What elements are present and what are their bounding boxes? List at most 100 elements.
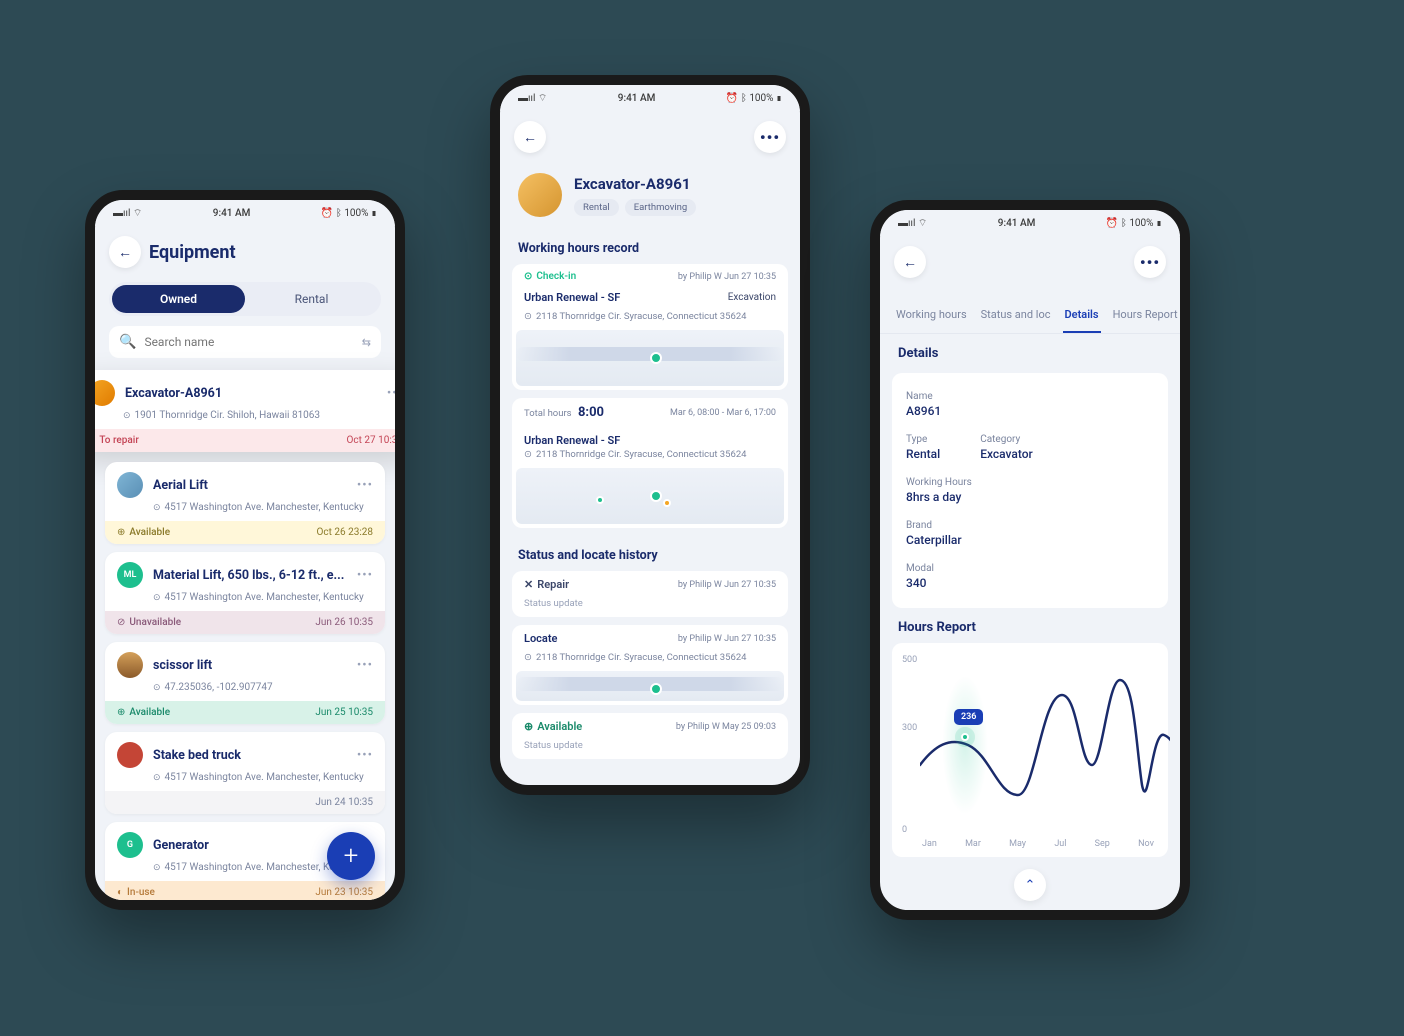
equipment-avatar [89,380,115,406]
task-name: Excavation [728,292,776,303]
available-icon: ⊕ [117,527,125,538]
more-icon[interactable]: ••• [357,568,373,583]
equipment-name: Aerial Lift [153,478,347,493]
equipment-address: 4517 Washington Ave. Manchester, Kentuck… [165,772,364,783]
equipment-name: Generator [153,838,347,853]
line-chart-svg [920,665,1170,835]
status-time: 9:41 AM [998,218,1036,229]
map-preview[interactable] [516,330,784,386]
equipment-name: Excavator-A8961 [125,386,377,401]
equipment-card[interactable]: Aerial Lift ••• ⊙4517 Washington Ave. Ma… [105,462,385,544]
map-preview[interactable] [516,671,784,701]
equipment-card[interactable]: Excavator-A8961 ••• ⊙ 1901 Thornridge Ci… [85,370,405,452]
status-bar: ▬ııl ⌔ 9:41 AM ⏰ ᛒ 100% ▮ [500,85,800,111]
equipment-card[interactable]: ML Material Lift, 650 lbs., 6-12 ft., e.… [105,552,385,634]
more-button[interactable]: ••• [1134,246,1166,278]
search-row: 🔍 ⇆ [109,326,381,358]
field-value: Excavator [980,447,1033,461]
equipment-address: 1901 Thornridge Cir. Shiloh, Hawaii 8106… [135,410,321,421]
map-preview[interactable] [516,468,784,524]
more-button[interactable]: ••• [754,121,786,153]
equipment-avatar: G [117,832,143,858]
details-card: Name A8961 Type Rental Category Excavato… [892,373,1168,608]
status-text: Unavailable [129,617,181,628]
swap-icon[interactable]: ⇆ [362,336,371,349]
x-tick: Jul [1054,839,1066,849]
chart-data-point[interactable] [961,733,969,741]
status-bar: ▬ııl ⌔ 9:41 AM ⏰ ᛒ 100% ▮ [95,200,395,226]
add-button[interactable]: + [327,832,375,880]
time-range: Mar 6, 08:00 - Mar 6, 17:00 [670,408,776,418]
x-tick: May [1009,839,1026,849]
signal-icon: ▬ııl ⌔ [898,217,927,230]
status-time: Oct 27 10:35 [347,435,404,446]
signal-icon: ▬ııl ⌔ [518,92,547,105]
locate-card[interactable]: Locate by Philip W Jun 27 10:35 ⊙2118 Th… [512,625,788,705]
tab-status-loc[interactable]: Status and loc [979,302,1053,333]
battery-icon: ⏰ ᛒ 100% ▮ [321,208,377,219]
locate-address: 2118 Thornridge Cir. Syracuse, Connectic… [536,652,747,663]
hours-card[interactable]: Total hours 8:00 Mar 6, 08:00 - Mar 6, 1… [512,398,788,528]
tab-details[interactable]: Details [1063,302,1101,333]
tab-hours-report[interactable]: Hours Report [1111,302,1180,333]
field-label: Category [980,434,1033,445]
status-time: 9:41 AM [618,93,656,104]
equipment-name: Material Lift, 650 lbs., 6-12 ft., e... [153,568,347,583]
equipment-name: scissor lift [153,658,347,673]
status-time: 9:41 AM [213,208,251,219]
pin-icon: ⊙ [524,652,532,663]
status-text: Available [129,707,170,718]
equipment-card[interactable]: scissor lift ••• ⊙47.235036, -102.907747… [105,642,385,724]
address: 2118 Thornridge Cir. Syracuse, Connectic… [536,449,747,460]
segment-control: Owned Rental [109,282,381,316]
equipment-avatar [117,652,143,678]
more-icon[interactable]: ••• [357,478,373,493]
status-note: Status update [512,740,788,759]
locate-meta: by Philip W Jun 27 10:35 [678,634,776,644]
total-hours-value: 8:00 [578,405,604,420]
tab-working-hours[interactable]: Working hours [894,302,969,333]
pin-icon: ⊙ [153,863,161,873]
equipment-detail-screen: ▬ııl ⌔ 9:41 AM ⏰ ᛒ 100% ▮ ← ••• Excavato… [490,75,810,795]
x-tick: Nov [1138,839,1154,849]
available-meta: by Philip W May 25 09:03 [676,722,776,732]
field-value: A8961 [906,404,1154,418]
page-title: Equipment [149,242,381,263]
equipment-list-screen: ▬ııl ⌔ 9:41 AM ⏰ ᛒ 100% ▮ ← Equipment Ow… [85,190,405,910]
search-icon: 🔍 [119,334,136,350]
tab-owned[interactable]: Owned [112,285,245,313]
working-hours-title: Working hours record [500,229,800,264]
checkin-card[interactable]: ⊙Check-in by Philip W Jun 27 10:35 Urban… [512,264,788,390]
unavailable-icon: ⊘ [117,617,125,628]
field-value: 8hrs a day [906,490,1154,504]
collapse-button[interactable]: ⌃ [1014,869,1046,901]
chart-area[interactable]: 500 300 0 236 [902,655,1158,835]
more-icon[interactable]: ••• [357,748,373,763]
status-text: In-use [127,887,155,898]
status-time: Jun 23 10:35 [315,887,373,898]
more-icon[interactable]: ••• [357,658,373,673]
project-name: Urban Renewal - SF [524,434,620,447]
more-icon[interactable]: ••• [387,386,403,401]
pin-icon: ⊙ [524,449,532,460]
available-icon: ⊕ [524,720,533,733]
field-value: 340 [906,576,1154,590]
pin-icon: ⊙ [123,411,131,421]
repair-card[interactable]: ✕Repair by Philip W Jun 27 10:35 Status … [512,571,788,617]
x-tick: Mar [965,839,981,849]
field-value: Caterpillar [906,533,1154,547]
available-card[interactable]: ⊕ Available by Philip W May 25 09:03 Stat… [512,713,788,759]
equipment-avatar: ML [117,562,143,588]
tab-rental[interactable]: Rental [245,285,378,313]
back-button[interactable]: ← [894,246,926,278]
search-input[interactable] [144,335,353,349]
status-time: Jun 26 10:35 [315,617,373,628]
hours-report-title: Hours Report [880,616,1180,635]
repair-meta: by Philip W Jun 27 10:35 [678,580,776,590]
equipment-card[interactable]: Stake bed truck ••• ⊙4517 Washington Ave… [105,732,385,814]
back-button[interactable]: ← [514,121,546,153]
equipment-name: Excavator-A8961 [574,175,696,193]
battery-icon: ⏰ ᛒ 100% ▮ [1106,218,1162,229]
back-button[interactable]: ← [109,236,141,268]
available-label: Available [537,720,582,733]
